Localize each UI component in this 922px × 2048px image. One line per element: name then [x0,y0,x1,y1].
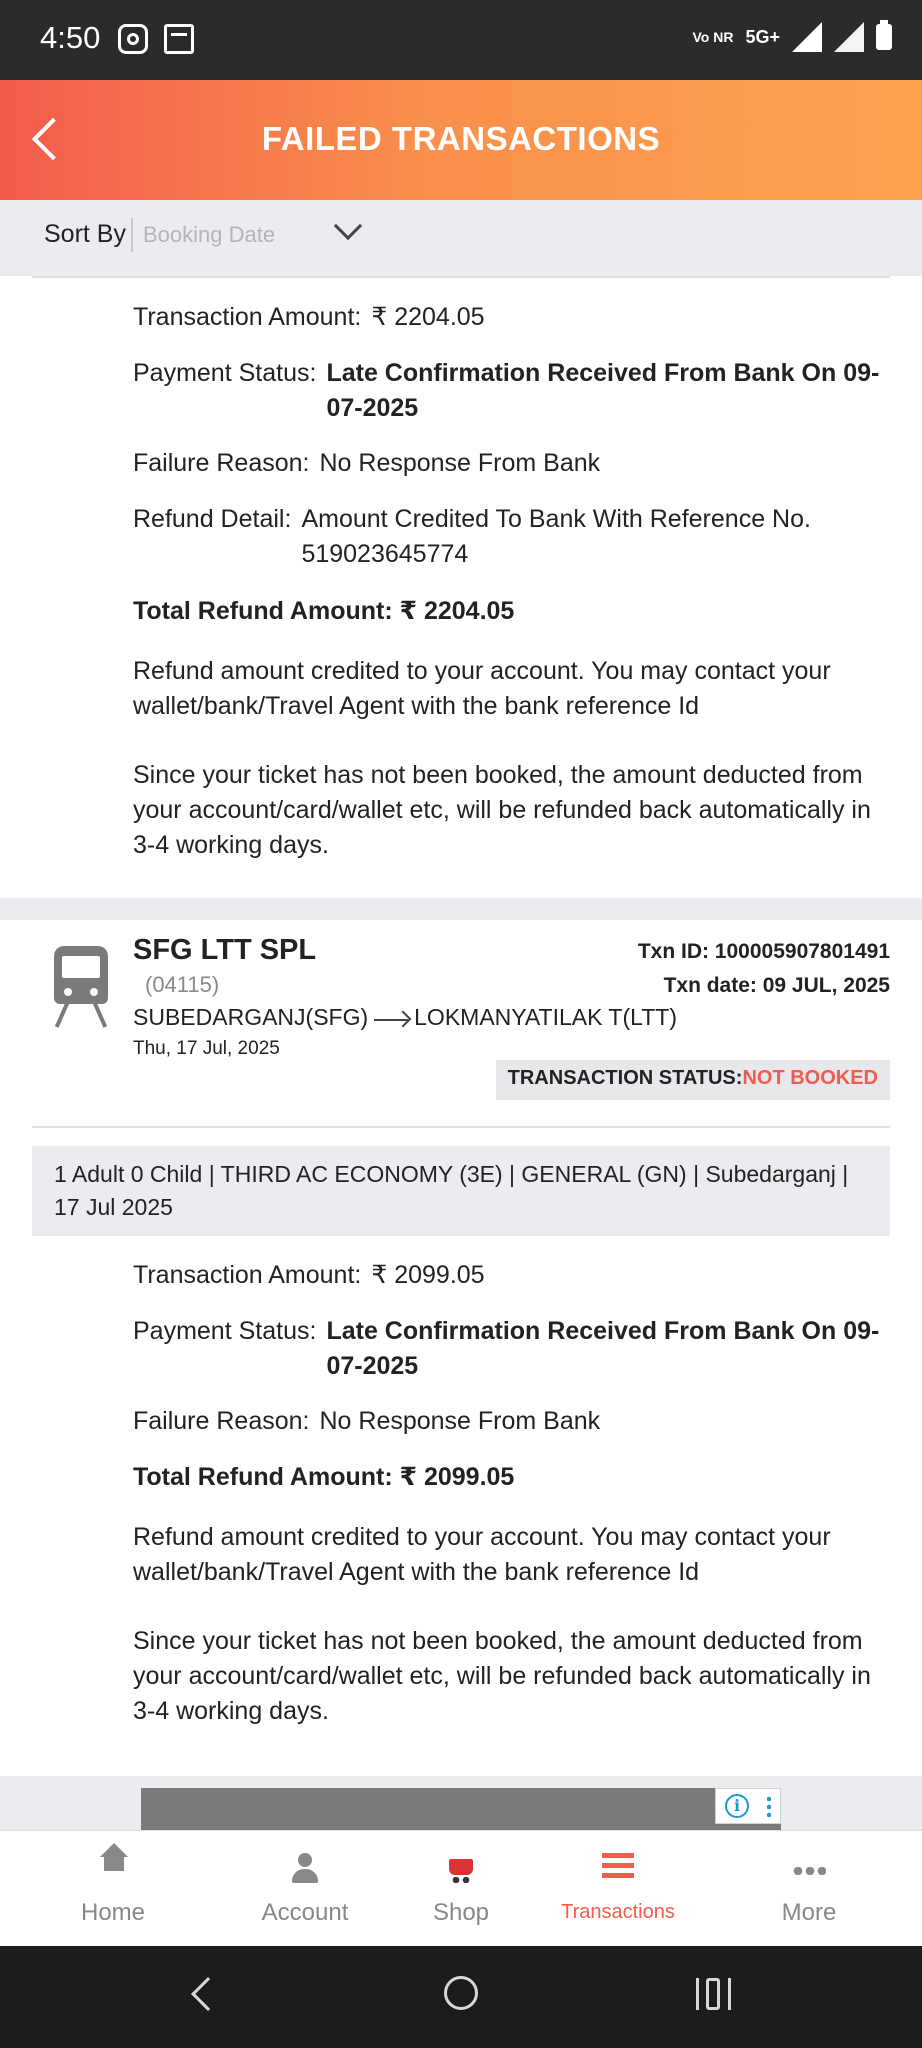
more-vertical-icon[interactable] [767,1795,771,1817]
nav-home[interactable]: Home [33,1831,193,1947]
sort-label: Sort By [44,220,126,248]
sort-dropdown[interactable]: Booking Date [143,222,275,248]
network-type: 5G+ [745,26,780,47]
transaction-amount-row: Transaction Amount: ₹ 2204.05 [133,300,892,335]
failure-reason-row: Failure Reason: No Response From Bank [133,1404,892,1439]
info-icon[interactable]: i [725,1794,749,1818]
roaming-signal-icon [834,22,864,52]
refund-info-note: Since your ticket has not been booked, t… [133,1627,871,1725]
volte-indicator: Vo NR [692,29,734,45]
route: SUBEDARGANJ(SFG) LOKMANYATILAK T(LTT) [133,1004,677,1031]
txn-date: Txn date: 09 JUL, 2025 [663,974,890,997]
transaction-amount-row: Transaction Amount: ₹ 2099.05 [133,1258,892,1293]
payment-status-row: Payment Status: Late Confirmation Receiv… [133,356,892,426]
nav-shop[interactable]: Shop [381,1831,541,1947]
ad-choices-badge[interactable]: i [715,1788,781,1824]
train-name: SFG LTT SPL [133,934,317,966]
journey-date: Thu, 17 Jul, 2025 [133,1038,280,1059]
bottom-nav: Home Account Shop Transactions More [0,1830,922,1946]
nav-account[interactable]: Account [225,1831,385,1947]
app-header: FAILED TRANSACTIONS [0,80,922,200]
transaction-status-value: NOT BOOKED [742,1067,878,1089]
page-title: FAILED TRANSACTIONS [261,120,661,157]
transaction-status-badge: TRANSACTION STATUS:NOT BOOKED [495,1060,890,1100]
status-time: 4:50 [40,20,101,55]
payment-status: Late Confirmation Received From Bank On … [326,1317,880,1380]
nav-more[interactable]: More [729,1831,889,1947]
system-nav-bar [0,1946,922,2048]
transaction-amount: ₹ 2204.05 [371,303,485,331]
txn-id: Txn ID: 100005907801491 [637,940,890,963]
sort-bar: Sort By Booking Date [0,200,922,276]
refund-info-note: Since your ticket has not been booked, t… [133,761,871,859]
failure-reason: No Response From Bank [319,449,601,477]
arrow-right-icon [374,1018,409,1021]
train-number: (04115) [145,972,220,997]
nav-transactions[interactable]: Transactions [538,1831,698,1947]
booking-class-info: 1 Adult 0 Child | THIRD AC ECONOMY (3E) … [32,1146,890,1236]
refund-note: Refund amount credited to your account. … [133,657,831,720]
ad-banner[interactable]: i [141,1788,781,1830]
shop-cart-icon [445,1853,477,1883]
to-station: LOKMANYATILAK T(LTT) [414,1004,677,1030]
battery-icon [876,20,892,50]
home-icon [98,1843,128,1879]
account-icon [290,1853,320,1885]
total-refund-amount: Total Refund Amount: ₹ 2099.05 [133,1463,515,1491]
divider [32,1126,890,1128]
train-icon [46,946,116,1028]
more-dots-icon [792,1867,826,1875]
total-refund-amount: Total Refund Amount: ₹ 2204.05 [133,597,515,625]
refund-detail-row: Refund Detail: Amount Credited To Bank W… [133,502,892,572]
transaction-card: Transaction Amount: ₹ 2204.05 Payment St… [0,276,922,898]
failure-reason: No Response From Bank [319,1407,601,1435]
chevron-down-icon[interactable] [333,211,363,241]
status-bar: 4:50 Vo NR 5G+ [0,0,922,80]
transaction-card[interactable]: SFG LTT SPL (04115) SUBEDARGANJ(SFG) LOK… [0,920,922,1776]
sort-divider [131,218,133,252]
instagram-icon [118,24,148,54]
calendar-icon [164,24,194,54]
from-station: SUBEDARGANJ(SFG) [133,1004,369,1030]
failure-reason-row: Failure Reason: No Response From Bank [133,446,892,481]
system-back-icon[interactable] [191,1977,225,2011]
transactions-list[interactable]: Transaction Amount: ₹ 2204.05 Payment St… [0,276,922,1830]
list-icon [602,1853,634,1879]
payment-status-row: Payment Status: Late Confirmation Receiv… [133,1314,892,1384]
transaction-amount: ₹ 2099.05 [371,1261,485,1289]
refund-note: Refund amount credited to your account. … [133,1523,831,1586]
refund-detail: Amount Credited To Bank With Reference N… [301,505,811,568]
signal-icon [792,22,822,52]
payment-status: Late Confirmation Received From Bank On … [326,359,880,422]
system-recents-icon[interactable] [696,1978,731,2010]
system-home-icon[interactable] [444,1976,478,2010]
